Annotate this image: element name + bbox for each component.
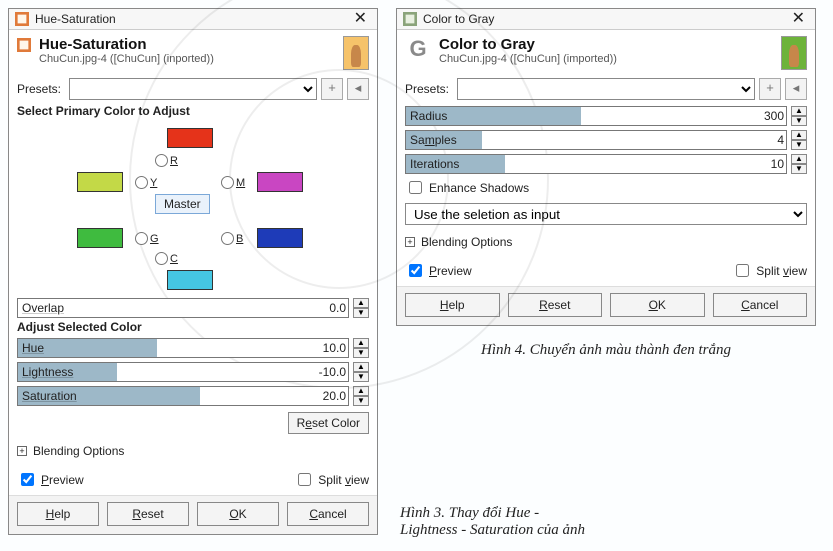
color-wheel: R M B C G Y Master <box>17 124 369 294</box>
reset-color-button[interactable]: Reset Color <box>288 412 369 434</box>
presets-label: Presets: <box>405 82 453 96</box>
enhance-shadows-checkbox[interactable]: Enhance Shadows <box>405 178 529 197</box>
reset-button[interactable]: Reset <box>508 293 603 317</box>
add-preset-button[interactable]: + <box>321 78 343 100</box>
ok-button[interactable]: OK <box>197 502 279 526</box>
saturation-spinner[interactable]: ▲▼ <box>353 386 369 406</box>
help-button[interactable]: Help <box>405 293 500 317</box>
hue-header-icon <box>17 38 31 52</box>
swatch-cyan[interactable] <box>167 270 213 290</box>
hue-spinner[interactable]: ▲▼ <box>353 338 369 358</box>
iterations-slider[interactable]: Iterations 10 <box>405 154 787 174</box>
header-title: Hue-Saturation <box>39 36 335 53</box>
split-view-checkbox[interactable]: Split view <box>732 261 807 280</box>
saturation-value: 20.0 <box>323 389 348 403</box>
iterations-value: 10 <box>771 157 786 171</box>
color-to-gray-dialog: Color to Gray ✕ G Color to Gray ChuCun.j… <box>396 8 816 326</box>
hue-icon <box>15 12 29 26</box>
blending-expander[interactable]: + <box>405 237 415 247</box>
swatch-magenta[interactable] <box>257 172 303 192</box>
radius-slider[interactable]: Radius 300 <box>405 106 787 126</box>
overlap-value: 0.0 <box>329 301 348 315</box>
titlebar: Color to Gray ✕ <box>397 9 815 30</box>
radio-green[interactable]: G <box>135 232 159 245</box>
select-primary-label: Select Primary Color to Adjust <box>9 104 377 120</box>
radio-red[interactable]: R <box>155 154 178 167</box>
samples-spinner[interactable]: ▲▼ <box>791 130 807 150</box>
presets-select[interactable] <box>69 78 317 100</box>
cancel-button[interactable]: Cancel <box>287 502 369 526</box>
radius-spinner[interactable]: ▲▼ <box>791 106 807 126</box>
saturation-slider[interactable]: Saturation 20.0 <box>17 386 349 406</box>
hue-value: 10.0 <box>323 341 348 355</box>
swatch-yellow[interactable] <box>77 172 123 192</box>
manage-preset-button[interactable]: ◂ <box>347 78 369 100</box>
gegl-logo: G <box>405 36 431 62</box>
preview-thumbnail <box>343 36 369 70</box>
samples-value: 4 <box>777 133 786 147</box>
radius-value: 300 <box>764 109 786 123</box>
reset-button[interactable]: Reset <box>107 502 189 526</box>
hue-slider[interactable]: Hue 10.0 <box>17 338 349 358</box>
radio-blue[interactable]: B <box>221 232 243 245</box>
ok-button[interactable]: OK <box>610 293 705 317</box>
overlap-label: Overlap <box>18 301 64 315</box>
radius-label: Radius <box>406 109 447 123</box>
iterations-label: Iterations <box>406 157 459 171</box>
close-button[interactable]: ✕ <box>788 12 809 26</box>
lightness-value: -10.0 <box>319 365 348 379</box>
swatch-green[interactable] <box>77 228 123 248</box>
presets-select[interactable] <box>457 78 755 100</box>
blending-expander[interactable]: + <box>17 446 27 456</box>
overlap-slider[interactable]: Overlap 0.0 <box>17 298 349 318</box>
adjust-selected-label: Adjust Selected Color <box>9 320 377 336</box>
hue-label: Hue <box>18 341 44 355</box>
radio-cyan[interactable]: C <box>155 252 178 265</box>
samples-slider[interactable]: Samples 4 <box>405 130 787 150</box>
preview-thumbnail <box>781 36 807 70</box>
master-button[interactable]: Master <box>155 194 210 214</box>
preview-checkbox[interactable]: Preview <box>17 470 84 489</box>
presets-label: Presets: <box>17 82 65 96</box>
header-title: Color to Gray <box>439 36 773 53</box>
iterations-spinner[interactable]: ▲▼ <box>791 154 807 174</box>
lightness-label: Lightness <box>18 365 73 379</box>
split-view-checkbox[interactable]: Split view <box>294 470 369 489</box>
caption-fig3: Hình 3. Thay đổi Hue - Lightness - Satur… <box>396 501 816 543</box>
help-button[interactable]: Help <box>17 502 99 526</box>
blending-label: Blending Options <box>421 235 512 249</box>
header-subtitle: ChuCun.jpg-4 ([ChuCun] (imported)) <box>439 53 773 65</box>
titlebar: Hue-Saturation ✕ <box>9 9 377 30</box>
saturation-label: Saturation <box>18 389 77 403</box>
lightness-spinner[interactable]: ▲▼ <box>353 362 369 382</box>
close-button[interactable]: ✕ <box>350 12 371 26</box>
radio-magenta[interactable]: M <box>221 176 245 189</box>
samples-label: Samples <box>406 133 457 147</box>
manage-preset-button[interactable]: ◂ <box>785 78 807 100</box>
lightness-slider[interactable]: Lightness -10.0 <box>17 362 349 382</box>
cancel-button[interactable]: Cancel <box>713 293 808 317</box>
add-preset-button[interactable]: + <box>759 78 781 100</box>
preview-checkbox[interactable]: Preview <box>405 261 472 280</box>
blending-label: Blending Options <box>33 444 124 458</box>
input-source-select[interactable]: Use the seletion as input <box>405 203 807 225</box>
swatch-red[interactable] <box>167 128 213 148</box>
window-title: Hue-Saturation <box>35 12 116 26</box>
overlap-spinner[interactable]: ▲▼ <box>353 298 369 318</box>
gray-icon <box>403 12 417 26</box>
header-subtitle: ChuCun.jpg-4 ([ChuCun] (inported)) <box>39 53 335 65</box>
radio-yellow[interactable]: Y <box>135 176 157 189</box>
window-title: Color to Gray <box>423 12 494 26</box>
hue-saturation-dialog: Hue-Saturation ✕ Hue-Saturation ChuCun.j… <box>8 8 378 535</box>
caption-fig4: Hình 4. Chuyển ảnh màu thành đen trắng <box>396 338 816 363</box>
swatch-blue[interactable] <box>257 228 303 248</box>
